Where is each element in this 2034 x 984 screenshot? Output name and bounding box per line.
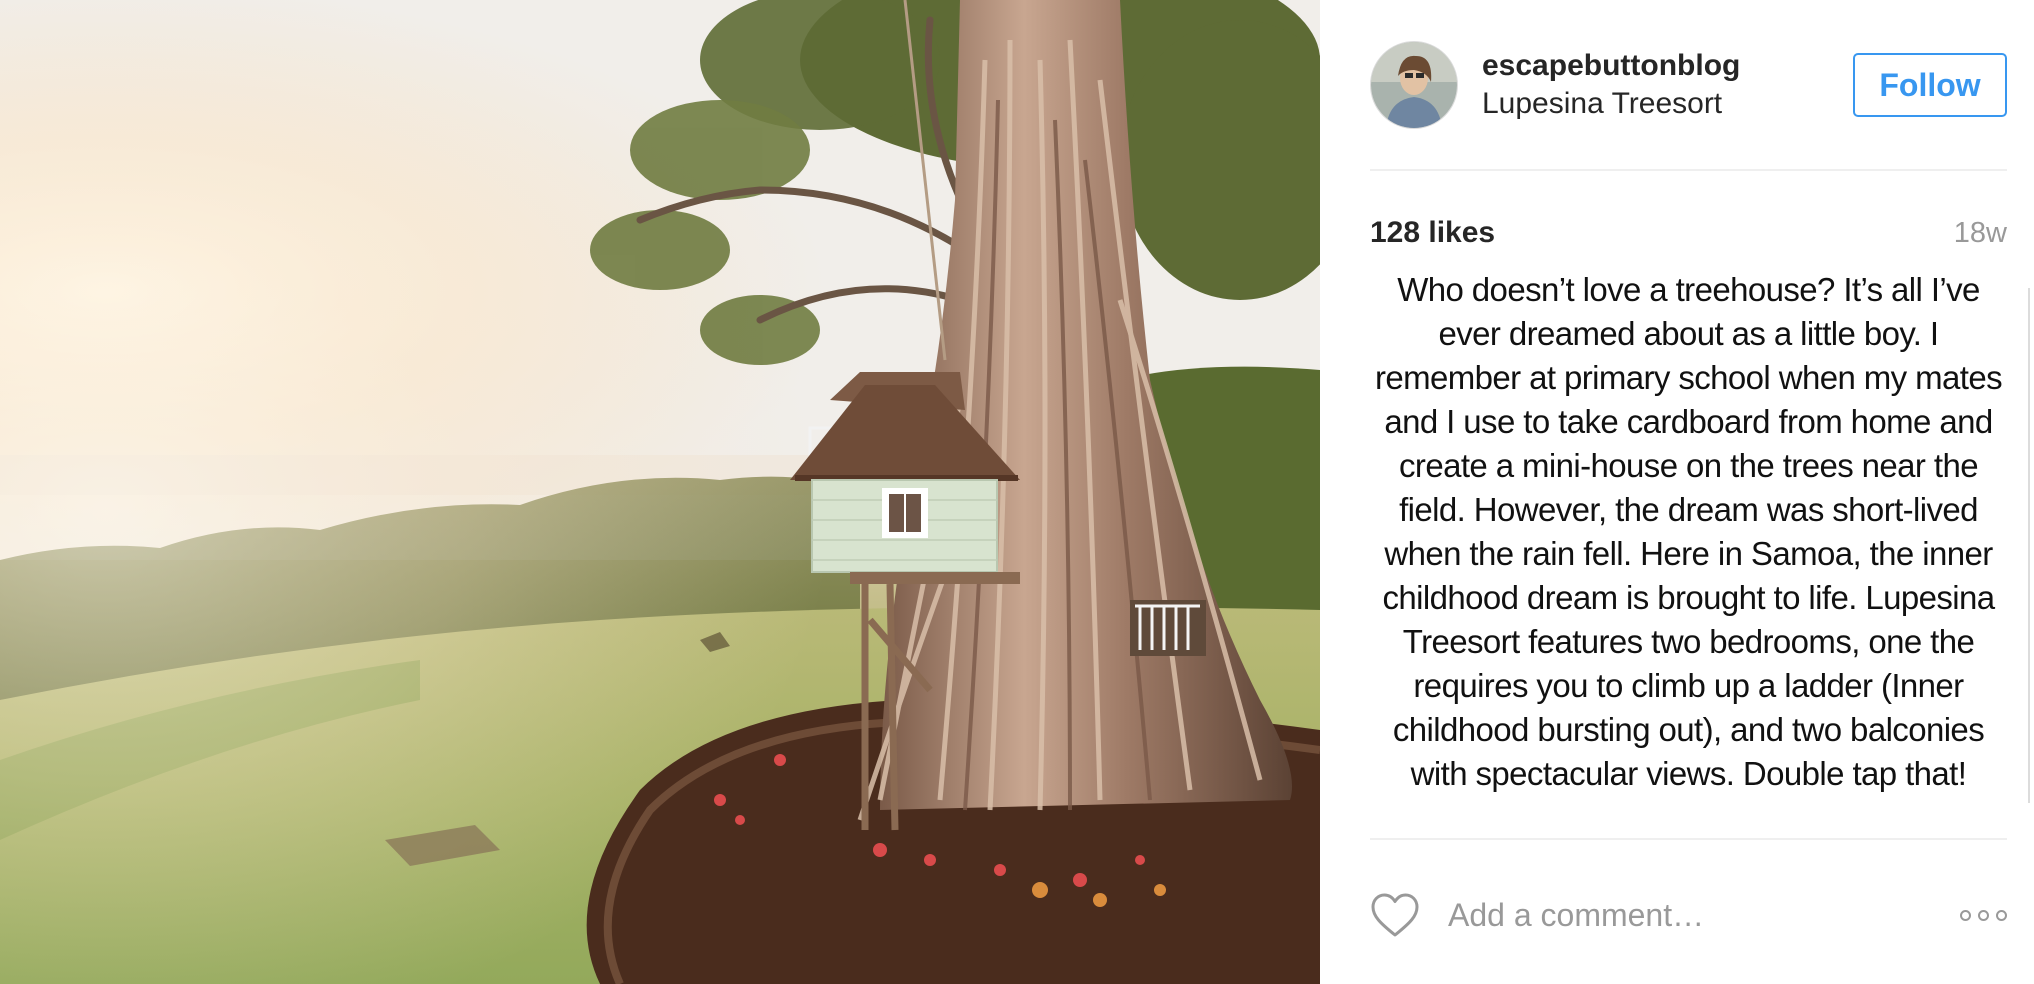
post-time[interactable]: 18w: [1954, 217, 2007, 250]
user-info: escapebuttonblog Lupesina Treesort: [1482, 48, 1853, 122]
treehouse-photo: [0, 0, 1320, 984]
location[interactable]: Lupesina Treesort: [1482, 86, 1853, 122]
caption-scrollbar[interactable]: [2028, 288, 2030, 803]
follow-button[interactable]: Follow: [1853, 53, 2007, 117]
username[interactable]: escapebuttonblog: [1482, 48, 1853, 84]
comment-input[interactable]: [1448, 896, 1960, 934]
more-dot-icon: [1996, 909, 2007, 921]
more-dot-icon: [1978, 909, 1989, 921]
caption-text: Who doesn’t love a treehouse? It’s all I…: [1374, 271, 2003, 792]
avatar[interactable]: [1370, 41, 1458, 129]
instagram-post: escapebuttonblog Lupesina Treesort Follo…: [0, 0, 2034, 984]
heart-outline-icon[interactable]: [1370, 892, 1420, 938]
likes-row: 128 likes 18w: [1370, 216, 2007, 250]
likes-count[interactable]: 128 likes: [1370, 216, 1495, 250]
avatar-image: [1371, 42, 1457, 128]
post-header: escapebuttonblog Lupesina Treesort Follo…: [1370, 38, 2007, 132]
header-divider: [1370, 169, 2007, 171]
comment-row: [1370, 888, 2007, 942]
post-photo[interactable]: [0, 0, 1320, 984]
more-options-icon[interactable]: [1960, 909, 2007, 921]
post-details-panel: escapebuttonblog Lupesina Treesort Follo…: [1320, 0, 2034, 984]
comment-divider: [1370, 838, 2007, 840]
more-dot-icon: [1960, 909, 1971, 921]
caption-container[interactable]: Who doesn’t love a treehouse? It’s all I…: [1370, 268, 2007, 838]
